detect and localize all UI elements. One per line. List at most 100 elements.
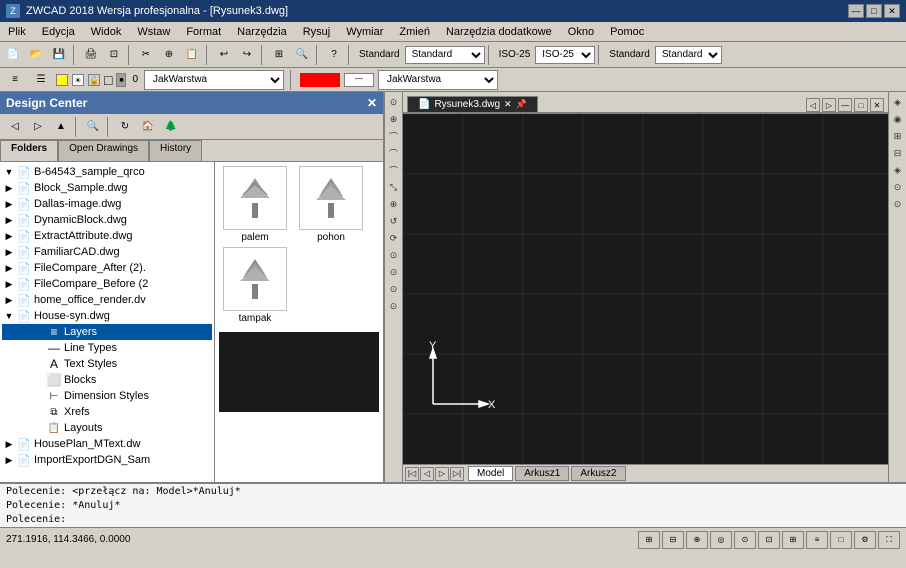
list-item[interactable]: ⧉ Xrefs [2, 404, 212, 420]
model-tab-arkusz2[interactable]: Arkusz2 [571, 466, 625, 481]
tool-orbit[interactable]: ⊙ [386, 94, 402, 110]
list-item[interactable]: ▶ 📄 ExtractAttribute.dwg [2, 228, 212, 244]
model-nav-first[interactable]: |◁ [405, 467, 419, 481]
tool-arc2[interactable]: ⌒ [386, 145, 402, 161]
model-nav-next[interactable]: ▷ [435, 467, 449, 481]
expand-icon[interactable]: ▼ [2, 311, 16, 321]
print-button[interactable]: 🖨 [80, 44, 102, 66]
model-tab-model[interactable]: Model [468, 466, 513, 481]
tool-zoom-window[interactable]: ⊕ [386, 111, 402, 127]
list-item[interactable]: pohon [295, 166, 367, 243]
snap-button[interactable]: ⊞ [638, 531, 660, 549]
palette-btn-7[interactable]: ⊙ [890, 196, 906, 212]
dim-style-combo[interactable]: ISO-25 [535, 46, 595, 64]
settings-button[interactable]: ⚙ [854, 531, 876, 549]
model-button[interactable]: □ [830, 531, 852, 549]
tab-prev-button[interactable]: ◁ [806, 98, 820, 112]
expand-icon[interactable]: ▼ [2, 167, 16, 177]
tool-arc1[interactable]: ⌒ [386, 128, 402, 144]
open-button[interactable]: 📂 [25, 44, 47, 66]
dc-forward-button[interactable]: ▷ [27, 116, 49, 138]
fullscreen-button[interactable]: ⛶ [878, 531, 900, 549]
tab-max-button[interactable]: □ [854, 98, 868, 112]
cad-canvas[interactable]: X Y [403, 114, 888, 464]
tool-arc3[interactable]: ⌒ [386, 162, 402, 178]
dc-search-button[interactable]: 🔍 [82, 116, 104, 138]
expand-icon[interactable]: ▶ [2, 183, 16, 194]
palette-btn-3[interactable]: ⊞ [890, 128, 906, 144]
linetype-selector[interactable]: — [344, 73, 374, 87]
redo-button[interactable]: ↪ [236, 44, 258, 66]
ortho-button[interactable]: ⊕ [686, 531, 708, 549]
expand-icon[interactable]: ▶ [2, 199, 16, 210]
dc-tab-folders[interactable]: Folders [0, 140, 58, 161]
layer-state-button[interactable]: ☰ [30, 69, 52, 91]
cad-tab-close-button[interactable]: ✕ [504, 99, 512, 110]
list-item[interactable]: A Text Styles [2, 356, 212, 372]
list-item[interactable]: — Line Types [2, 340, 212, 356]
list-item[interactable]: ▶ 📄 FamiliarCAD.dwg [2, 244, 212, 260]
tool-refresh[interactable]: ⟳ [386, 230, 402, 246]
layer-print-btn[interactable]: □ [104, 72, 112, 88]
dc-home-button[interactable]: 🏠 [137, 116, 159, 138]
dc-close-button[interactable]: ✕ [367, 96, 377, 110]
list-item[interactable]: ▶ 📄 FileCompare_After (2). [2, 260, 212, 276]
help-button[interactable]: ? [323, 44, 345, 66]
menu-zmien[interactable]: Zmień [391, 24, 438, 40]
lw-button[interactable]: ≡ [806, 531, 828, 549]
preview-button[interactable]: ⊡ [103, 44, 125, 66]
menu-plik[interactable]: Plik [0, 24, 34, 40]
dc-tab-history[interactable]: History [149, 140, 202, 161]
expand-icon[interactable]: ▶ [2, 455, 16, 466]
layer-manager-button[interactable]: ≡ [4, 69, 26, 91]
new-file-button[interactable]: 📄 [2, 44, 24, 66]
save-button[interactable]: 💾 [48, 44, 70, 66]
dyn-button[interactable]: ⊞ [782, 531, 804, 549]
menu-narzedzia-dodatkowe[interactable]: Narzędzia dodatkowe [438, 24, 560, 40]
layer-name-combo[interactable]: JakWarstwa [378, 70, 498, 90]
tab-next-button[interactable]: ▷ [822, 98, 836, 112]
close-button[interactable]: ✕ [884, 4, 900, 18]
list-item[interactable]: ▼ 📄 B-64543_sample_qrco [2, 164, 212, 180]
osnap-button[interactable]: ⊙ [734, 531, 756, 549]
undo-button[interactable]: ↩ [213, 44, 235, 66]
expand-icon[interactable]: ▶ [2, 231, 16, 242]
layer-sun-btn[interactable]: ☀ [72, 74, 84, 86]
menu-format[interactable]: Format [178, 24, 229, 40]
dc-back-button[interactable]: ◁ [4, 116, 26, 138]
grid-button[interactable]: ⊟ [662, 531, 684, 549]
list-item[interactable]: ▶ 📄 home_office_render.dv [2, 292, 212, 308]
list-item[interactable]: 📋 Layouts [2, 420, 212, 436]
list-item[interactable]: ▶ 📄 DynamicBlock.dwg [2, 212, 212, 228]
menu-wymiar[interactable]: Wymiar [338, 24, 391, 40]
tool-circle1[interactable]: ⊙ [386, 247, 402, 263]
text-style-combo[interactable]: Standard [655, 46, 722, 64]
list-item[interactable]: ▶ 📄 Block_Sample.dwg [2, 180, 212, 196]
expand-icon[interactable]: ▶ [2, 263, 16, 274]
minimize-button[interactable]: — [848, 4, 864, 18]
color-selector[interactable] [300, 73, 340, 87]
expand-icon[interactable]: ▶ [2, 247, 16, 258]
model-tab-arkusz1[interactable]: Arkusz1 [515, 466, 569, 481]
layer-lock-btn[interactable]: 🔓 [88, 74, 100, 86]
palette-btn-5[interactable]: ◈ [890, 162, 906, 178]
palette-btn-4[interactable]: ⊟ [890, 145, 906, 161]
list-item[interactable]: ⬜ Blocks [2, 372, 212, 388]
cad-tab-pin[interactable]: 📌 [516, 99, 527, 110]
menu-edycja[interactable]: Edycja [34, 24, 83, 40]
list-item[interactable]: ▶ 📄 Dallas-image.dwg [2, 196, 212, 212]
list-item[interactable]: ▶ 📄 FileCompare_Before (2 [2, 276, 212, 292]
dc-refresh-button[interactable]: ↻ [114, 116, 136, 138]
menu-okno[interactable]: Okno [560, 24, 602, 40]
cad-tab-rysunek3[interactable]: 📄 Rysunek3.dwg ✕ 📌 [407, 96, 538, 112]
menu-narzedzia[interactable]: Narzędzia [229, 24, 295, 40]
cmd-input[interactable] [66, 514, 900, 525]
otrack-button[interactable]: ⊡ [758, 531, 780, 549]
list-item[interactable]: ▶ 📄 ImportExportDGN_Sam [2, 452, 212, 468]
tool-circle2[interactable]: ⊙ [386, 264, 402, 280]
match-prop-button[interactable]: ⊞ [268, 44, 290, 66]
polar-button[interactable]: ◎ [710, 531, 732, 549]
menu-pomoc[interactable]: Pomoc [602, 24, 652, 40]
dc-tree-button[interactable]: 🌲 [160, 116, 182, 138]
tool-circle3[interactable]: ⊙ [386, 281, 402, 297]
